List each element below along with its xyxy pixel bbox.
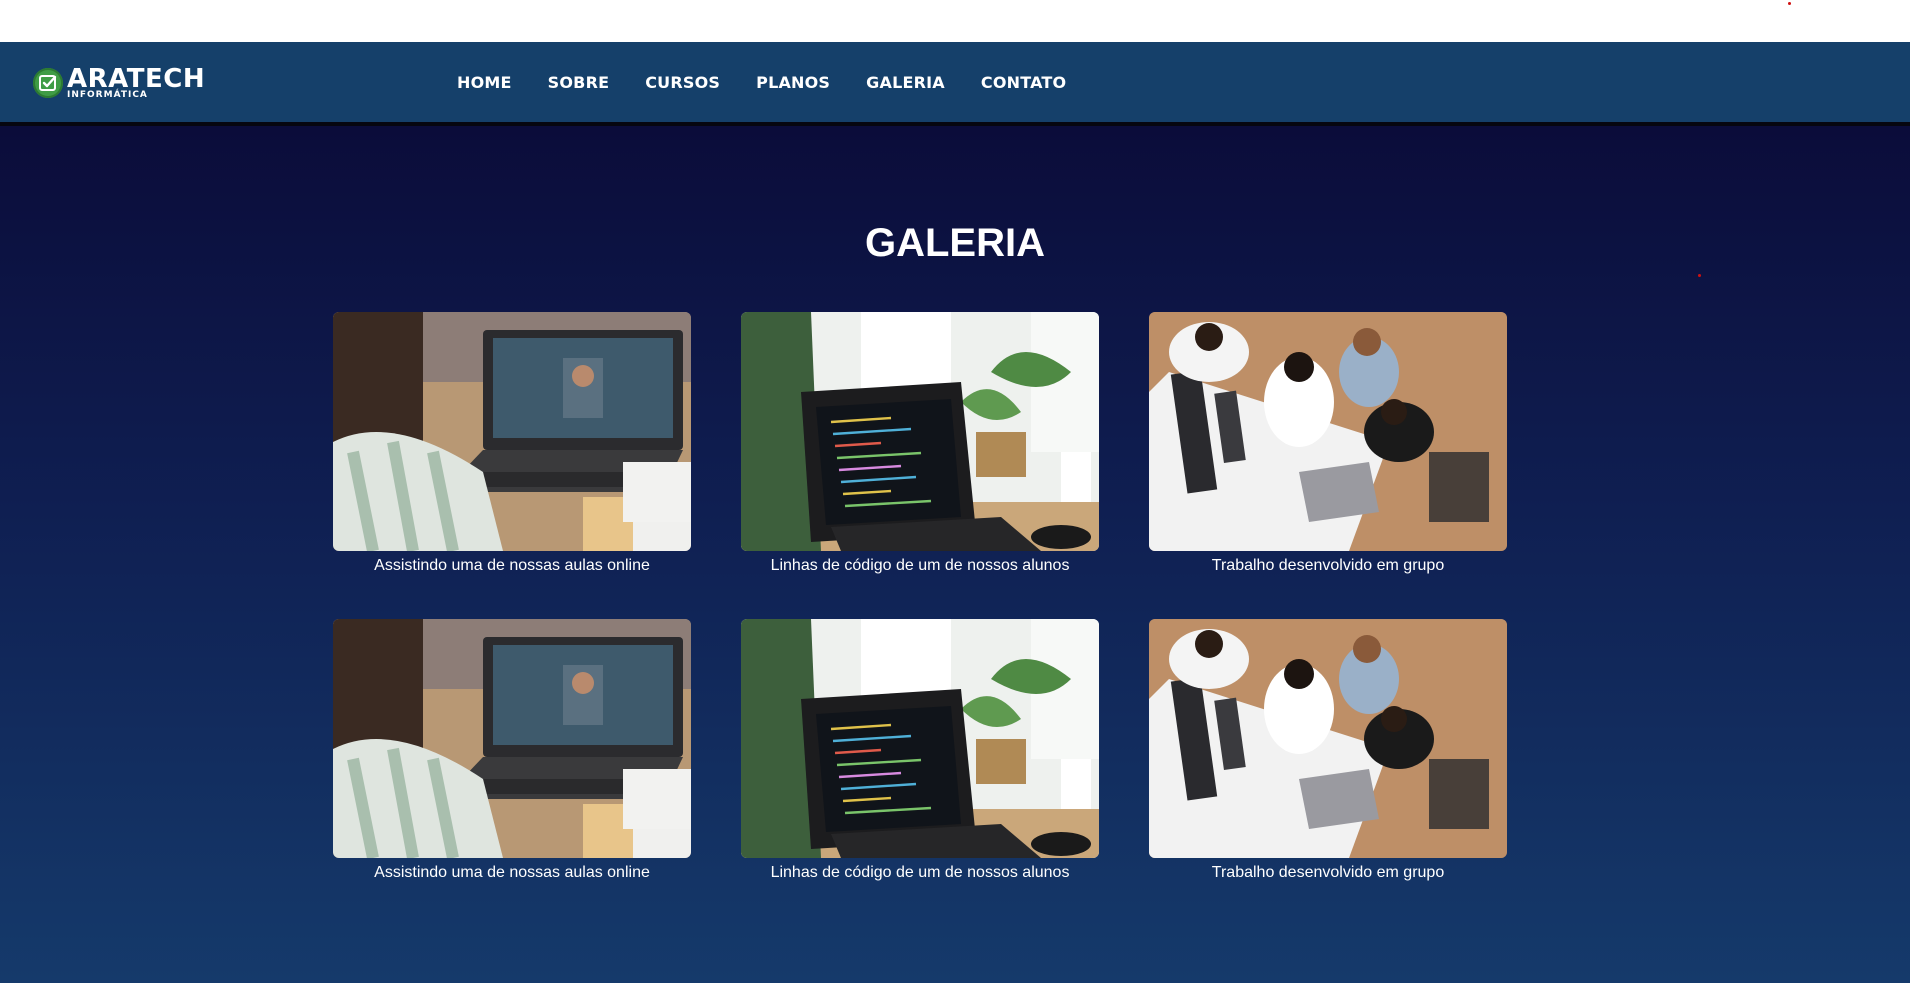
nav-galeria[interactable]: GALERIA [866,73,945,92]
nav-home[interactable]: HOME [457,73,512,92]
check-badge-icon [33,68,63,98]
online-class-photo[interactable] [333,312,691,551]
gallery-section: GALERIA Assistindo uma de nossas aulas o… [0,126,1910,983]
nav-cursos[interactable]: CURSOS [645,73,720,92]
top-strip [0,0,1910,42]
main-nav: HOME SOBRE CURSOS PLANOS GALERIA CONTATO [457,42,1102,122]
stray-dot [1698,274,1701,277]
nav-contato[interactable]: CONTATO [981,73,1066,92]
navbar: ARATECH INFORMÁTICA HOME SOBRE CURSOS PL… [0,42,1910,126]
gallery-item: Trabalho desenvolvido em grupo [1149,312,1507,575]
brand-subtitle: INFORMÁTICA [67,90,148,100]
gallery-item: Assistindo uma de nossas aulas online [333,312,691,575]
gallery-item: Trabalho desenvolvido em grupo [1149,619,1507,882]
gallery-caption: Linhas de código de um de nossos alunos [770,864,1070,881]
brand-name: ARATECH [67,64,206,94]
gallery-title: GALERIA [865,221,1045,265]
stray-dot [1788,2,1791,5]
gallery-item: Linhas de código de um de nossos alunos [741,619,1099,882]
online-class-photo[interactable] [333,619,691,858]
gallery-caption: Trabalho desenvolvido em grupo [1211,864,1445,881]
nav-sobre[interactable]: SOBRE [548,73,610,92]
gallery-item: Linhas de código de um de nossos alunos [741,312,1099,575]
gallery-item: Assistindo uma de nossas aulas online [333,619,691,882]
code-laptop-photo[interactable] [741,312,1099,551]
gallery-caption: Trabalho desenvolvido em grupo [1211,557,1445,574]
group-work-photo[interactable] [1149,619,1507,858]
gallery-caption: Assistindo uma de nossas aulas online [374,557,650,574]
brand-logo[interactable]: ARATECH INFORMÁTICA [33,65,205,101]
brand-text: ARATECH INFORMÁTICA [67,66,205,100]
gallery-caption: Assistindo uma de nossas aulas online [374,864,650,881]
code-laptop-photo[interactable] [741,619,1099,858]
nav-planos[interactable]: PLANOS [756,73,830,92]
gallery-caption: Linhas de código de um de nossos alunos [770,557,1070,574]
group-work-photo[interactable] [1149,312,1507,551]
